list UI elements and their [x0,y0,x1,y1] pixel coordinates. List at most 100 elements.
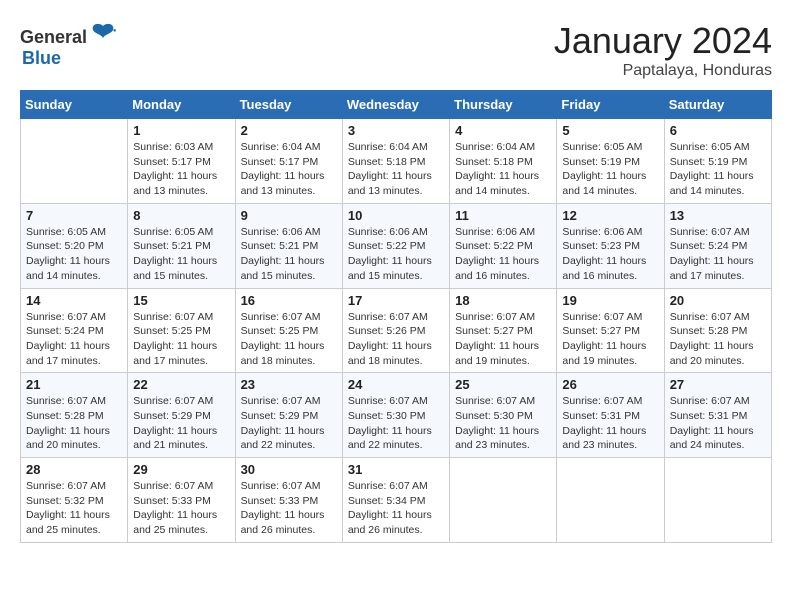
sunrise-label: Sunrise: 6:07 AM [348,311,428,323]
daylight-label: Daylight: 11 hours and 13 minutes. [241,170,325,197]
day-info: Sunrise: 6:06 AMSunset: 5:23 PMDaylight:… [562,225,658,284]
day-info: Sunrise: 6:04 AMSunset: 5:18 PMDaylight:… [348,140,444,199]
sunrise-label: Sunrise: 6:07 AM [133,480,213,492]
calendar-cell: 3Sunrise: 6:04 AMSunset: 5:18 PMDaylight… [342,119,449,204]
calendar-week-row: 1Sunrise: 6:03 AMSunset: 5:17 PMDaylight… [21,119,772,204]
calendar-cell: 8 Sunrise: 6:05 AMSunset: 5:21 PMDaylight… [128,203,235,288]
calendar-week-row: 28Sunrise: 6:07 AMSunset: 5:32 PMDayligh… [21,458,772,543]
calendar-cell: 1Sunrise: 6:03 AMSunset: 5:17 PMDaylight… [128,119,235,204]
daylight-label: Daylight: 11 hours and 13 minutes. [133,170,217,197]
day-number: 5 [562,123,658,138]
daylight-label: Daylight: 11 hours and 17 minutes. [26,340,110,367]
day-info: Sunrise: 6:03 AMSunset: 5:17 PMDaylight:… [133,140,229,199]
daylight-label: Daylight: 11 hours and 22 minutes. [348,425,432,452]
title-block: January 2024 Paptalaya, Honduras [554,20,772,80]
calendar-cell: 23Sunrise: 6:07 AMSunset: 5:29 PMDayligh… [235,373,342,458]
sunset-label: Sunset: 5:26 PM [348,325,426,337]
sunrise-label: Sunrise: 6:07 AM [670,395,750,407]
daylight-label: Daylight: 11 hours and 13 minutes. [348,170,432,197]
daylight-label: Daylight: 11 hours and 24 minutes. [670,425,754,452]
daylight-label: Daylight: 11 hours and 23 minutes. [562,425,646,452]
day-number: 16 [241,293,337,308]
sunrise-label: Sunrise: 6:07 AM [133,395,213,407]
daylight-label: Daylight: 11 hours and 26 minutes. [348,509,432,536]
daylight-label: Daylight: 11 hours and 17 minutes. [133,340,217,367]
calendar-cell: 6Sunrise: 6:05 AMSunset: 5:19 PMDaylight… [664,119,771,204]
weekday-header: Saturday [664,91,771,119]
sunset-label: Sunset: 5:22 PM [348,240,426,252]
daylight-label: Daylight: 11 hours and 14 minutes. [562,170,646,197]
calendar-week-row: 21Sunrise: 6:07 AMSunset: 5:28 PMDayligh… [21,373,772,458]
day-number: 2 [241,123,337,138]
sunrise-label: Sunrise: 6:06 AM [348,226,428,238]
daylight-label: Daylight: 11 hours and 15 minutes. [133,255,217,282]
day-number: 17 [348,293,444,308]
day-info: Sunrise: 6:07 AMSunset: 5:32 PMDaylight:… [26,479,122,538]
day-number: 28 [26,462,122,477]
sunrise-label: Sunrise: 6:07 AM [562,395,642,407]
sunset-label: Sunset: 5:33 PM [133,495,211,507]
weekday-header: Friday [557,91,664,119]
calendar-cell: 17Sunrise: 6:07 AMSunset: 5:26 PMDayligh… [342,288,449,373]
day-info: Sunrise: 6:07 AMSunset: 5:33 PMDaylight:… [133,479,229,538]
day-number: 15 [133,293,229,308]
weekday-header: Tuesday [235,91,342,119]
day-number: 8 [133,208,229,223]
sunrise-label: Sunrise: 6:07 AM [348,480,428,492]
sunrise-label: Sunrise: 6:07 AM [348,395,428,407]
calendar-cell: 7Sunrise: 6:05 AMSunset: 5:20 PMDaylight… [21,203,128,288]
weekday-header-row: SundayMondayTuesdayWednesdayThursdayFrid… [21,91,772,119]
sunset-label: Sunset: 5:32 PM [26,495,104,507]
calendar-cell [664,458,771,543]
day-number: 19 [562,293,658,308]
weekday-header: Monday [128,91,235,119]
calendar-table: SundayMondayTuesdayWednesdayThursdayFrid… [20,90,772,543]
daylight-label: Daylight: 11 hours and 15 minutes. [348,255,432,282]
day-info: Sunrise: 6:07 AMSunset: 5:29 PMDaylight:… [241,394,337,453]
sunrise-label: Sunrise: 6:05 AM [562,141,642,153]
calendar-cell: 18 Sunrise: 6:07 AM Sunset: 5:27 PM Dayligh… [450,288,557,373]
daylight-label: Daylight: 11 hours and 17 minutes. [670,255,754,282]
sunrise-label: Sunrise: 6:04 AM [241,141,321,153]
sunset-label: Sunset: 5:21 PM [133,240,211,252]
sunrise-label: Sunrise: 6:07 AM [241,480,321,492]
sunrise-label: Sunrise: 6:07 AM [455,311,535,323]
calendar-cell: 16Sunrise: 6:07 AMSunset: 5:25 PMDayligh… [235,288,342,373]
calendar-cell: 30Sunrise: 6:07 AMSunset: 5:33 PMDayligh… [235,458,342,543]
day-number: 29 [133,462,229,477]
month-title: January 2024 [554,20,772,62]
day-number: 21 [26,377,122,392]
daylight-label: Daylight: 11 hours and 20 minutes. [26,425,110,452]
day-number: 20 [670,293,766,308]
calendar-cell [450,458,557,543]
sunrise-label: Sunrise: 6:07 AM [26,395,106,407]
daylight-label: Daylight: 11 hours and 19 minutes. [455,340,539,367]
sunset-label: Sunset: 5:17 PM [133,156,211,168]
sunset-label: Sunset: 5:31 PM [562,410,640,422]
sunset-label: Sunset: 5:19 PM [562,156,640,168]
daylight-label: Daylight: 11 hours and 25 minutes. [26,509,110,536]
day-info: Sunrise: 6:05 AM Sunset: 5:19 PM Daylight:… [562,140,658,199]
daylight-label: Daylight: 11 hours and 14 minutes. [670,170,754,197]
calendar-cell: 29Sunrise: 6:07 AMSunset: 5:33 PMDayligh… [128,458,235,543]
sunset-label: Sunset: 5:27 PM [455,325,533,337]
page-header: General Blue January 2024 Paptalaya, Hon… [20,20,772,80]
day-number: 31 [348,462,444,477]
daylight-label: Daylight: 11 hours and 26 minutes. [241,509,325,536]
day-number: 25 [455,377,551,392]
sunrise-label: Sunrise: 6:07 AM [241,395,321,407]
day-number: 22 [133,377,229,392]
day-info: Sunrise: 6:05 AMSunset: 5:21 PMDaylight:… [133,225,229,284]
calendar-cell: 27Sunrise: 6:07 AMSunset: 5:31 PMDayligh… [664,373,771,458]
sunset-label: Sunset: 5:34 PM [348,495,426,507]
day-number: 30 [241,462,337,477]
sunrise-label: Sunrise: 6:05 AM [670,141,750,153]
day-number: 18 [455,293,551,308]
calendar-cell: 12Sunrise: 6:06 AMSunset: 5:23 PMDayligh… [557,203,664,288]
sunset-label: Sunset: 5:30 PM [348,410,426,422]
sunset-label: Sunset: 5:30 PM [455,410,533,422]
day-info: Sunrise: 6:07 AMSunset: 5:28 PMDaylight:… [670,310,766,369]
sunset-label: Sunset: 5:23 PM [562,240,640,252]
sunrise-label: Sunrise: 6:07 AM [455,395,535,407]
calendar-cell: 28 Sunrise: 6:07 AMSunset: 5:32 PMDayligh… [21,458,128,543]
